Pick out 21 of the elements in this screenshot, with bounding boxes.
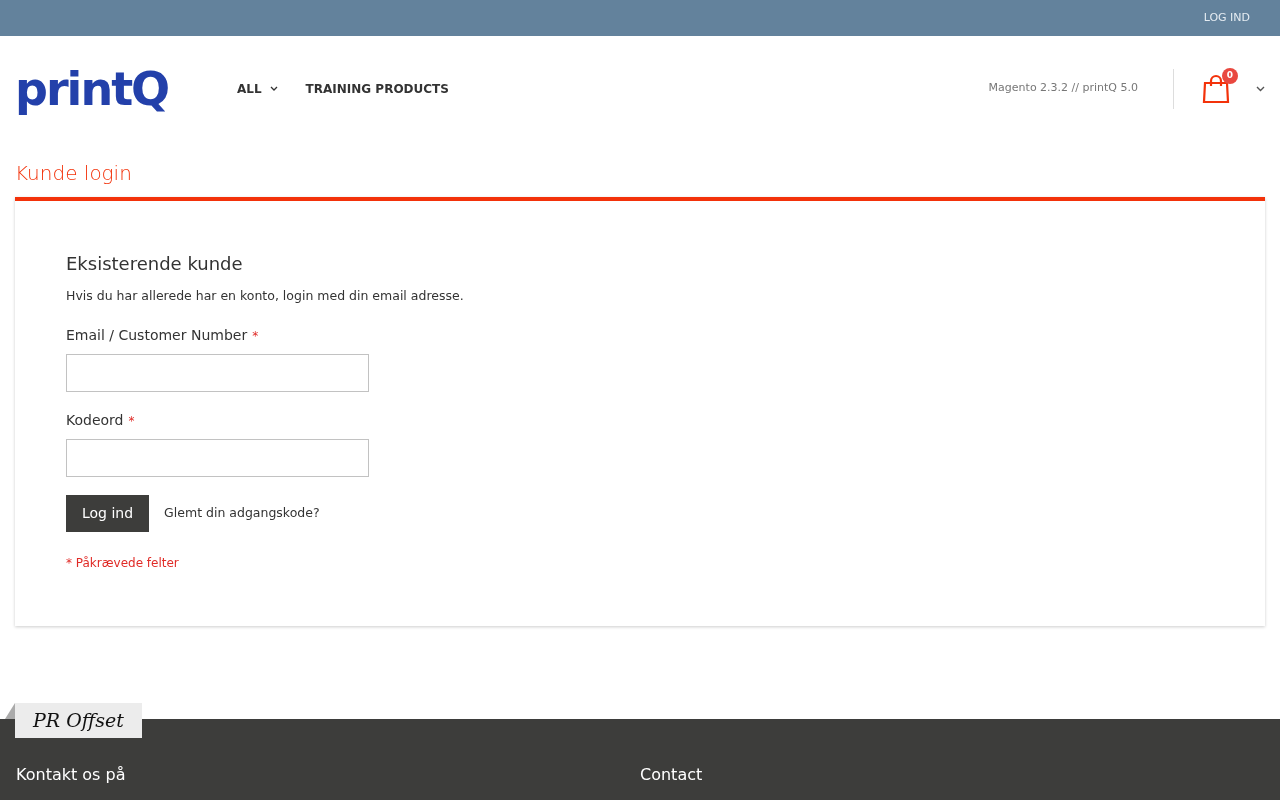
forgot-password-link[interactable]: Glemt din adgangskode?	[164, 504, 320, 524]
intro-text: Hvis du har allerede har en konto, login med din email adresse.	[66, 286, 465, 305]
login-button[interactable]: Log ind	[66, 495, 150, 533]
tab-fold-icon	[5, 703, 15, 719]
chevron-down-icon[interactable]	[1256, 85, 1265, 92]
required-note: * Påkrævede felter	[66, 555, 180, 573]
version-text: Magento 2.3.2 // printQ 5.0	[988, 68, 1174, 109]
required-mark: *	[128, 412, 135, 430]
nav-link[interactable]: ALL	[237, 79, 278, 98]
nav-link[interactable]: TRAINING PRODUCTS	[305, 79, 449, 98]
page-title: Kunde login	[15, 161, 133, 185]
footer-heading: Contact	[640, 764, 704, 786]
input-field[interactable]	[66, 354, 369, 393]
footer-heading: Kontakt os på	[16, 764, 127, 786]
field-label: Email / Customer Number	[66, 326, 248, 346]
footer-tab[interactable]: PR Offset	[15, 703, 142, 738]
input-field[interactable]	[66, 439, 369, 478]
cart-count-badge: 0	[1222, 67, 1238, 84]
section-heading: Eksisterende kunde	[66, 253, 244, 275]
required-mark: *	[252, 327, 259, 345]
field-label: Kodeord	[66, 411, 124, 431]
